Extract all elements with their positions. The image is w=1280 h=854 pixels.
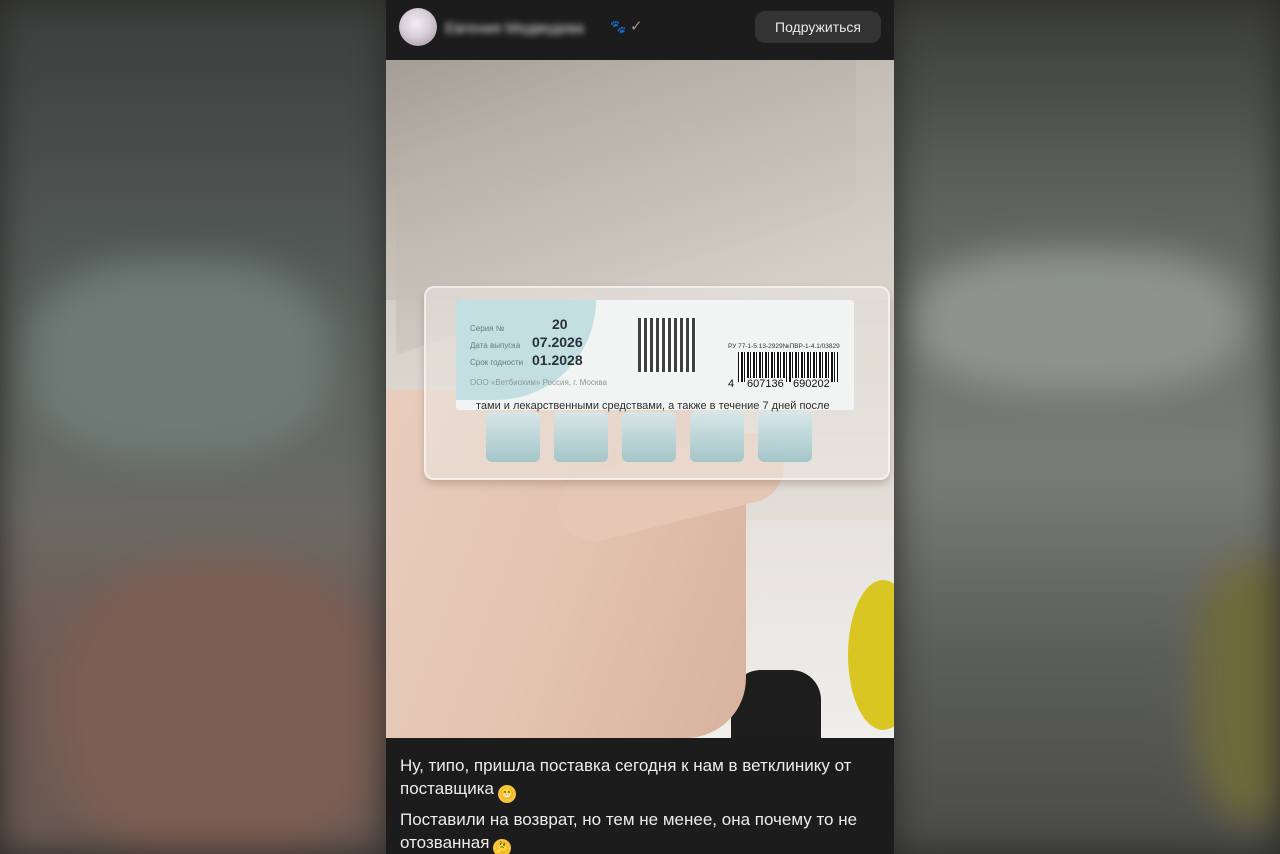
- blurred-backdrop-left: [0, 0, 386, 854]
- series-value: 20: [552, 316, 568, 332]
- caption-paragraph-2: Поставили на возврат, но тем не менее, о…: [386, 808, 894, 854]
- vial: [486, 412, 540, 462]
- blurred-backdrop-right: [894, 0, 1280, 854]
- thinking-emoji-icon: 🤔: [493, 839, 512, 854]
- add-friend-button[interactable]: Подружиться: [755, 11, 881, 43]
- vial: [622, 412, 676, 462]
- avatar[interactable]: [399, 8, 437, 46]
- registration-number: РУ 77-1-5.13-2929№ПВР-1-4.1/03829: [728, 343, 840, 350]
- expiry-field: Срок годности: [470, 358, 524, 367]
- barcode-group-1: 607136: [746, 378, 785, 390]
- grinning-emoji-icon: 😁: [498, 785, 516, 803]
- vial: [554, 412, 608, 462]
- post-caption: Ну, типо, пришла поставка сегодня к нам …: [386, 740, 894, 854]
- vial: [690, 412, 744, 462]
- vial: [758, 412, 812, 462]
- product-label: Серия № 20 Дата выпуска 07.2026 Срок год…: [456, 300, 854, 410]
- caption-paragraph-1: Ну, типо, пришла поставка сегодня к нам …: [386, 754, 894, 803]
- manufactured-field: Дата выпуска: [470, 341, 521, 350]
- manufactured-value: 07.2026: [532, 334, 583, 350]
- series-field: Серия №: [470, 324, 505, 333]
- leaflet-text: тами и лекарственными средствами, а такж…: [476, 400, 830, 412]
- post-photo[interactable]: Серия № 20 Дата выпуска 07.2026 Срок год…: [386, 60, 894, 738]
- barcode-group-2: 690202: [792, 378, 831, 390]
- post-card: Евгения Медведева 🐾 ✓ Подружиться Серия …: [386, 0, 894, 854]
- caption-text-2: Поставили на возврат, но тем не менее, о…: [400, 810, 858, 852]
- author-name[interactable]: Евгения Медведева: [445, 19, 605, 39]
- paw-icon: 🐾: [610, 19, 627, 34]
- verified-check-icon: ✓: [630, 18, 643, 35]
- caption-text-1: Ну, типо, пришла поставка сегодня к нам …: [400, 756, 852, 798]
- label-company: ООО «Ветбиохим» Россия, г. Москва: [470, 378, 607, 387]
- post-header: Евгения Медведева 🐾 ✓ Подружиться: [386, 0, 894, 58]
- datamatrix-code: [638, 318, 696, 372]
- barcode-digit: 4: [728, 378, 735, 390]
- expiry-value: 01.2028: [532, 352, 583, 368]
